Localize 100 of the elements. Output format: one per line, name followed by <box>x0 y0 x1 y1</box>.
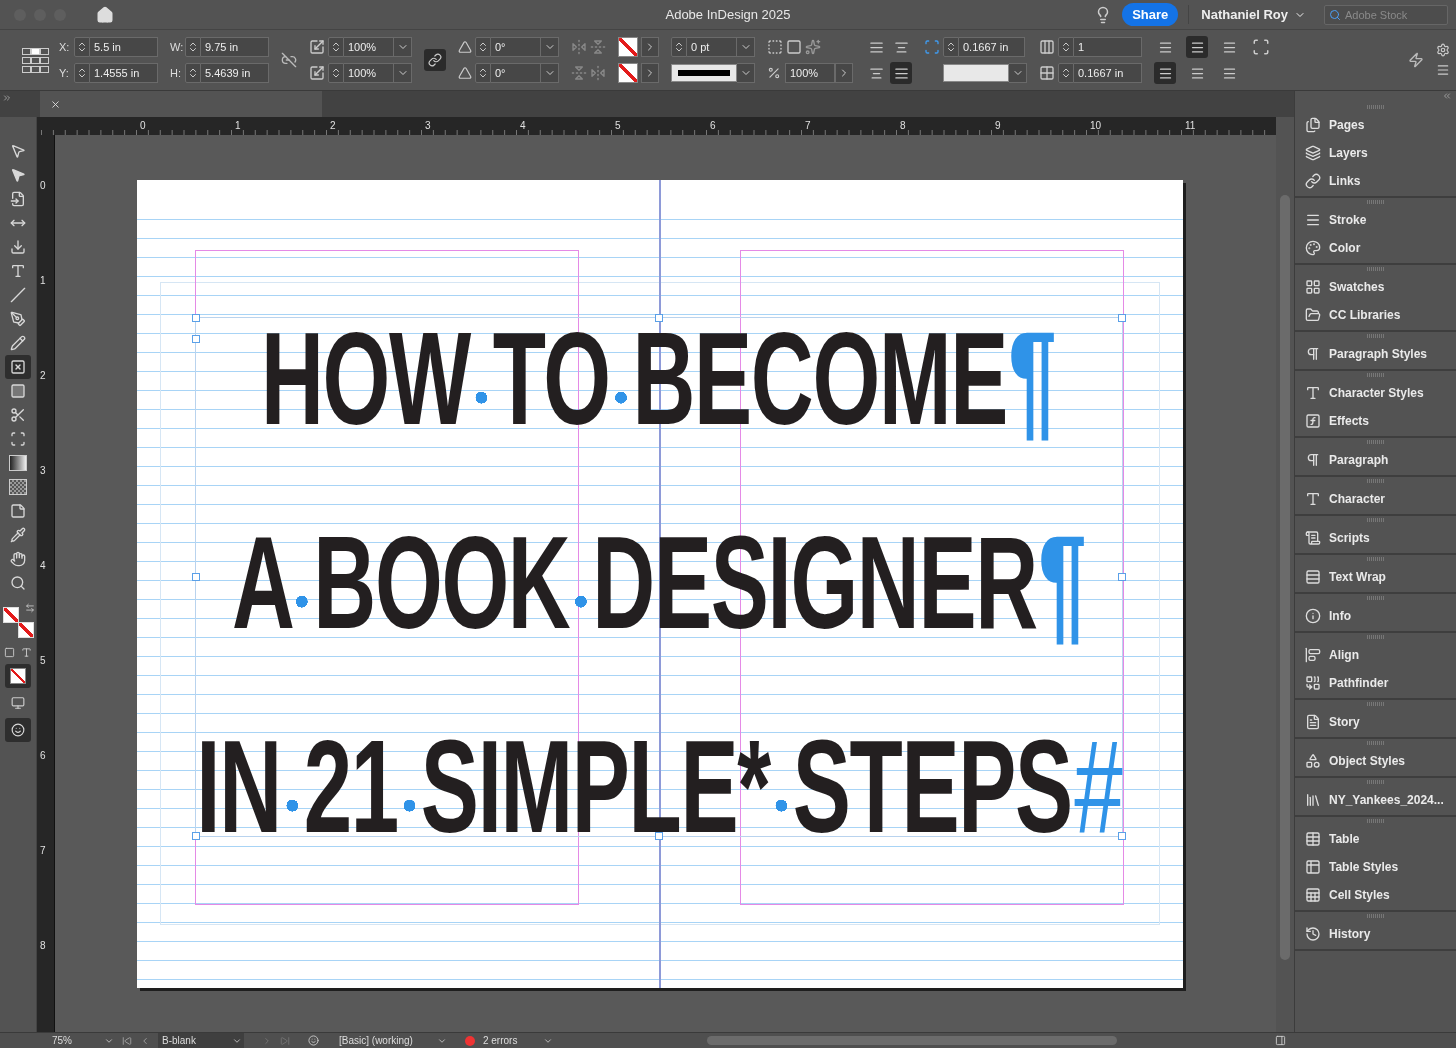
first-page-icon[interactable] <box>122 1035 132 1046</box>
auto-fit-icon[interactable] <box>1252 38 1270 56</box>
swap-icon[interactable] <box>25 603 35 613</box>
grip-handle[interactable] <box>1366 635 1385 639</box>
stroke-type-swatch[interactable] <box>671 64 737 82</box>
dashed-square-icon[interactable] <box>767 39 783 55</box>
panel-item[interactable]: Scripts <box>1295 524 1456 552</box>
grip-handle[interactable] <box>1366 702 1385 706</box>
pencil-icon[interactable] <box>10 335 26 351</box>
effects-icon[interactable] <box>805 39 821 55</box>
magnifier-icon[interactable] <box>10 575 26 591</box>
grip-handle[interactable] <box>1366 914 1385 918</box>
spinner-button[interactable] <box>1058 63 1074 83</box>
up-down-icon[interactable] <box>76 67 88 79</box>
up-down-icon[interactable] <box>76 41 88 53</box>
user-menu-button[interactable]: Nathaniel Roy <box>1188 5 1314 24</box>
up-down-icon[interactable] <box>187 41 199 53</box>
panel-item[interactable]: Story <box>1295 708 1456 736</box>
grip-handle[interactable] <box>1366 200 1385 204</box>
spinner-button[interactable] <box>328 63 344 83</box>
grip-handle[interactable] <box>1366 819 1385 823</box>
grip-handle[interactable] <box>1366 518 1385 522</box>
grip-handle[interactable] <box>1366 780 1385 784</box>
dropdown-button[interactable] <box>541 63 559 83</box>
panel-icon[interactable] <box>1275 1035 1287 1046</box>
opacity-icon[interactable] <box>767 66 781 80</box>
panel-item[interactable]: Color <box>1295 234 1456 262</box>
container-format-icon[interactable] <box>4 647 15 658</box>
share-button[interactable]: Share <box>1122 3 1179 26</box>
horizontal-ruler[interactable]: 0 1 2 3 4 5 6 7 8 9 10 11 <box>37 117 1276 135</box>
page-field[interactable]: B-blank <box>158 1033 244 1048</box>
panel-item[interactable]: Character <box>1295 485 1456 513</box>
page-icon[interactable] <box>10 191 26 207</box>
panel-item[interactable]: Cell Styles <box>1295 881 1456 909</box>
settings-icon[interactable] <box>1436 43 1450 57</box>
panel-item[interactable]: NY_Yankees_2024... <box>1295 786 1456 814</box>
selection-handle[interactable] <box>1118 314 1126 322</box>
panel-item[interactable]: Table <box>1295 825 1456 853</box>
up-down-icon[interactable] <box>477 67 489 79</box>
panel-item[interactable]: Stroke <box>1295 206 1456 234</box>
scale-field[interactable]: 100% <box>344 37 394 57</box>
apply-none-button[interactable] <box>5 664 31 688</box>
scrollbar-thumb[interactable] <box>1280 195 1290 960</box>
dropdown-button[interactable] <box>541 37 559 57</box>
crossed-square-icon[interactable] <box>10 359 26 375</box>
lightning-icon[interactable] <box>1408 52 1424 68</box>
up-down-icon[interactable] <box>187 67 199 79</box>
view-mode-icon[interactable] <box>11 696 25 710</box>
spinner-button[interactable] <box>328 37 344 57</box>
panel-item[interactable]: Paragraph Styles <box>1295 340 1456 368</box>
hand-icon[interactable] <box>10 551 26 567</box>
angle-icon[interactable] <box>458 40 472 54</box>
vertical-ruler[interactable]: 0 1 2 3 4 5 6 7 8 <box>37 135 55 1032</box>
corner-style-swatch[interactable] <box>943 64 1009 82</box>
spinner-button[interactable] <box>475 63 491 83</box>
note-icon[interactable] <box>10 503 26 519</box>
panel-item[interactable]: Effects <box>1295 407 1456 435</box>
zoom-level[interactable]: 75% <box>52 1035 72 1046</box>
preflight-profile[interactable]: [Basic] (working) <box>339 1035 413 1046</box>
up-down-icon[interactable] <box>673 41 685 53</box>
panel-item[interactable]: Swatches <box>1295 273 1456 301</box>
selection-handle[interactable] <box>192 314 200 322</box>
close-icon[interactable] <box>50 98 61 110</box>
pen-icon[interactable] <box>10 311 26 327</box>
panel-item[interactable]: Paragraph <box>1295 446 1456 474</box>
panel-item[interactable]: Pathfinder <box>1295 669 1456 697</box>
arrow-button[interactable] <box>641 37 659 57</box>
panel-item[interactable]: History <box>1295 920 1456 948</box>
arrow-pointer-icon[interactable] <box>10 143 26 159</box>
square-icon[interactable] <box>10 383 26 399</box>
selection-handle[interactable] <box>655 314 663 322</box>
spinner-button[interactable] <box>185 37 201 57</box>
stroke-weight-field[interactable]: 0 pt <box>687 37 737 57</box>
panel-item[interactable]: Object Styles <box>1295 747 1456 775</box>
dropdown-button[interactable] <box>737 63 755 83</box>
scissors-icon[interactable] <box>10 407 26 423</box>
columns-icon[interactable] <box>1039 39 1055 55</box>
up-down-icon[interactable] <box>1060 67 1072 79</box>
eyedropper-icon[interactable] <box>10 527 26 543</box>
broken-link-icon[interactable] <box>281 52 297 68</box>
panel-item[interactable]: Align <box>1295 641 1456 669</box>
selection-handle[interactable] <box>192 334 200 343</box>
panel-item[interactable]: CC Libraries <box>1295 301 1456 329</box>
none-swatch-icon[interactable] <box>10 668 26 684</box>
fill-swatch[interactable] <box>618 37 638 57</box>
scrollbar-thumb[interactable] <box>707 1036 1118 1045</box>
error-count[interactable]: 2 errors <box>482 1035 518 1046</box>
stock-search-field[interactable]: Adobe Stock <box>1324 4 1448 25</box>
spinner-button[interactable] <box>943 37 959 57</box>
up-down-icon[interactable] <box>330 41 342 53</box>
grip-handle[interactable] <box>1366 334 1385 338</box>
up-down-icon[interactable] <box>477 41 489 53</box>
grip-handle[interactable] <box>1366 741 1385 745</box>
spinner-button[interactable] <box>74 63 90 83</box>
panel-item[interactable]: Layers <box>1295 139 1456 167</box>
previous-page-icon[interactable] <box>140 1035 150 1046</box>
rectangle-frame-tool[interactable] <box>5 355 31 379</box>
text-format-icon[interactable] <box>21 647 32 658</box>
grip-handle[interactable] <box>1366 557 1385 561</box>
arrow-button[interactable] <box>641 63 659 83</box>
